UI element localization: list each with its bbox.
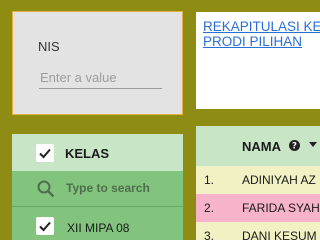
table-row: 1. ADINIYAH AZ [196,166,320,194]
table-header: NAMA ? [196,126,320,166]
kelas-filter-panel: KELAS XII MIPA 08 [12,134,183,240]
kelas-search-input[interactable] [66,179,176,197]
kelas-search-row [12,171,183,207]
sort-dropdown-icon [309,142,317,147]
kelas-option-item[interactable]: XII MIPA 08 [12,207,183,240]
row-name: FARIDA SYAH [242,201,320,215]
report-title-line-1: REKAPITULASI KE [203,19,320,34]
checkmark-icon [39,148,51,159]
kelas-filter-header: KELAS [12,134,183,171]
title-card: REKAPITULASI KE PRODI PILIHAN [196,12,320,109]
kelas-filter-title: KELAS [65,146,110,161]
table-row: 3. DANI KESUM [196,222,320,240]
row-name: ADINIYAH AZ [242,173,316,187]
row-number: 2. [204,201,215,215]
report-title-link[interactable]: REKAPITULASI KE PRODI PILIHAN [203,19,320,49]
student-table: NAMA ? 1. ADINIYAH AZ 2. FARIDA SYAH 3. … [196,126,320,240]
nis-label: NIS [38,39,60,54]
kelas-option-label: XII MIPA 08 [67,221,130,235]
select-all-checkbox[interactable] [36,144,54,162]
help-icon: ? [289,140,300,151]
table-row: 2. FARIDA SYAH [196,194,320,222]
row-number: 1. [204,173,215,187]
nis-input[interactable] [39,66,162,89]
row-name: DANI KESUM [242,229,317,240]
checkmark-icon [39,221,51,232]
column-header-nama[interactable]: NAMA [242,139,281,154]
nis-filter-card: NIS [12,11,183,115]
option-checkbox[interactable] [36,217,54,235]
search-icon [37,180,55,198]
row-number: 3. [204,229,215,240]
svg-text:?: ? [292,142,297,151]
report-title-line-2: PRODI PILIHAN [203,34,303,49]
